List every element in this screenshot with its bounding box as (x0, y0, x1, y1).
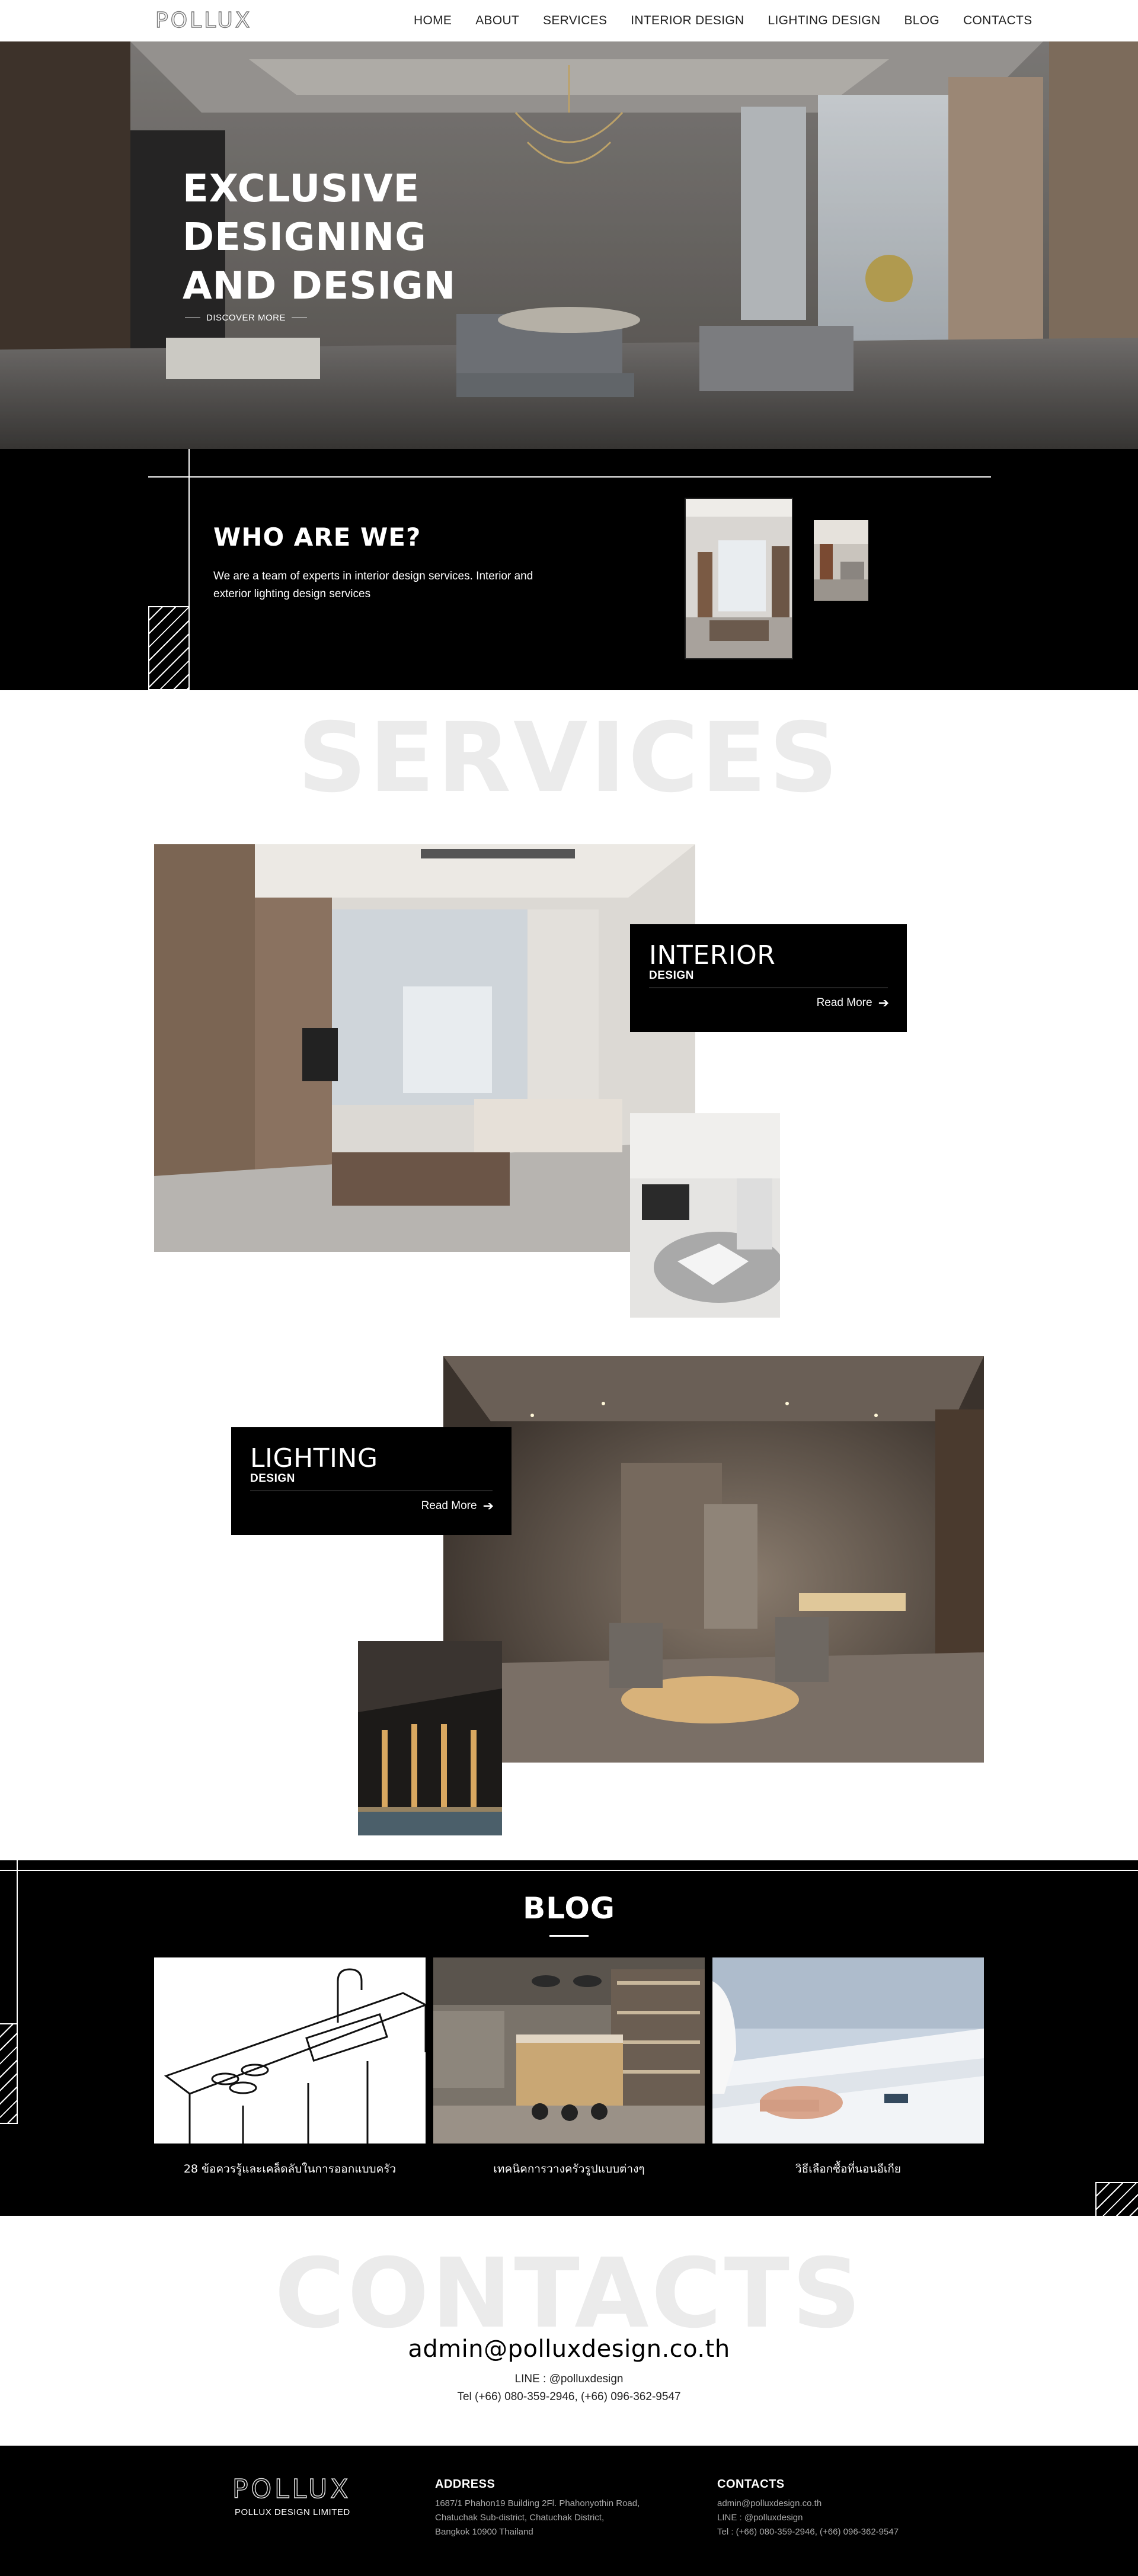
blog-title-underline (549, 1935, 589, 1937)
address-line-3: Bangkok 10900 Thailand (435, 2527, 533, 2537)
nav-interior-design-link[interactable]: INTERIOR DESIGN (631, 14, 744, 28)
who-are-we-section: WHO ARE WE? We are a team of experts in … (0, 449, 1138, 690)
interior-read-more-label: Read More (816, 997, 872, 1009)
address-line-1: 1687/1 Phahon19 Building 2Fl. Phahonyoth… (435, 2498, 640, 2508)
lighting-exterior-photo (358, 1641, 502, 1835)
footer-address-heading: ADDRESS (435, 2478, 496, 2491)
arrow-right-icon: ➔ (482, 1498, 494, 1513)
nav-about-link[interactable]: ABOUT (475, 14, 519, 28)
blog-post-image-kitchen-sketch (154, 1957, 426, 2144)
blog-post-image-mattress (712, 1957, 984, 2144)
blog-post-caption[interactable]: 28 ข้อควรรู้และเคล็ดลับในการออกแบบครัว (154, 2160, 426, 2178)
hero-title: EXCLUSIVE DESIGNING AND DESIGN (183, 165, 456, 310)
arrow-right-icon: ➔ (878, 995, 889, 1010)
lighting-card-title: LIGHTING (250, 1443, 378, 1473)
address-line-2: Chatuchak Sub-district, Chatuchak Distri… (435, 2513, 605, 2523)
who-title: WHO ARE WE? (213, 523, 421, 552)
interior-card-subtitle: DESIGN (649, 969, 694, 982)
blog-post-card[interactable]: วิธีเลือกซื้อที่นอนอีเกีย (712, 1957, 984, 2178)
who-description: We are a team of experts in interior des… (213, 570, 533, 600)
interior-card-title: INTERIOR (649, 940, 776, 970)
interior-detail-photo (630, 1113, 780, 1318)
hero-title-line-3: AND DESIGN (183, 264, 456, 308)
lighting-read-more-link[interactable]: Read More ➔ (421, 1498, 494, 1514)
cta-label: DISCOVER MORE (206, 313, 286, 323)
main-menu: HOME ABOUT SERVICES INTERIOR DESIGN LIGH… (414, 0, 1032, 41)
nav-lighting-design-link[interactable]: LIGHTING DESIGN (768, 14, 880, 28)
decor-horizontal-line (148, 476, 991, 478)
lighting-read-more-label: Read More (421, 1500, 477, 1512)
interior-design-card: INTERIOR DESIGN Read More ➔ (630, 924, 907, 1032)
nav-services-link[interactable]: SERVICES (543, 14, 607, 28)
nav-blog-link[interactable]: BLOG (904, 14, 940, 28)
decor-hatch-block (148, 606, 188, 690)
decor-vertical-line (188, 449, 190, 690)
footer-telephone: Tel : (+66) 080-359-2946, (+66) 096-362-… (717, 2527, 899, 2537)
blog-post-card[interactable]: เทคนิคการวางครัวรูปแบบต่างๆ (433, 1957, 705, 2178)
footer-email[interactable]: admin@polluxdesign.co.th (717, 2497, 899, 2511)
hero-banner: EXCLUSIVE DESIGNING AND DESIGN DISCOVER … (0, 41, 1138, 449)
blog-title: BLOG (523, 1891, 615, 1925)
blog-post-image-kitchen (433, 1957, 705, 2144)
nav-home-link[interactable]: HOME (414, 14, 452, 28)
hero-title-line-1: EXCLUSIVE (183, 167, 420, 211)
footer-contacts-heading: CONTACTS (717, 2478, 785, 2491)
top-navigation: POLLUX HOME ABOUT SERVICES INTERIOR DESI… (0, 0, 1138, 41)
who-room-photo-small (814, 520, 868, 601)
blog-post-card[interactable]: 28 ข้อควรรู้และเคล็ดลับในการออกแบบครัว (154, 1957, 426, 2178)
decor-hatch-block-left (0, 2023, 18, 2124)
pollux-logo[interactable]: POLLUX (155, 8, 252, 33)
footer-company-name: POLLUX DESIGN LIMITED (235, 2507, 350, 2517)
contact-email-link[interactable]: admin@polluxdesign.co.th (0, 2335, 1138, 2363)
interior-read-more-link[interactable]: Read More ➔ (817, 995, 889, 1011)
footer-logo[interactable]: POLLUX (232, 2474, 351, 2505)
discover-more-link[interactable]: DISCOVER MORE (185, 313, 308, 323)
nav-contacts-link[interactable]: CONTACTS (963, 14, 1032, 28)
blog-post-caption[interactable]: เทคนิคการวางครัวรูปแบบต่างๆ (433, 2160, 705, 2178)
lighting-card-subtitle: DESIGN (250, 1472, 295, 1485)
decor-hatch-block-right (1095, 2182, 1138, 2216)
hero-title-line-2: DESIGNING (183, 216, 427, 259)
lighting-design-card: LIGHTING DESIGN Read More ➔ (231, 1427, 512, 1535)
decor-horizontal-line (0, 1870, 1138, 1871)
footer-contacts: admin@polluxdesign.co.th LINE : @polluxd… (717, 2497, 899, 2539)
contact-telephone: Tel (+66) 080-359-2946, (+66) 096-362-95… (457, 2391, 681, 2403)
blog-section: BLOG 28 ข้อควรรู้และเคล็ดลับในการออกแบบค… (0, 1860, 1138, 2216)
contact-line-id: LINE : @polluxdesign (514, 2373, 624, 2385)
footer-line-id: LINE : @polluxdesign (717, 2513, 803, 2523)
hero-living-room-image (0, 41, 1138, 449)
site-footer: POLLUX POLLUX DESIGN LIMITED ADDRESS 168… (0, 2446, 1138, 2576)
lighting-design-photo (443, 1356, 984, 1763)
footer-address: 1687/1 Phahon19 Building 2Fl. Phahonyoth… (435, 2497, 640, 2539)
who-room-photo-large (685, 498, 793, 659)
blog-post-caption[interactable]: วิธีเลือกซื้อที่นอนอีเกีย (712, 2160, 984, 2178)
services-watermark-heading: SERVICES (298, 703, 840, 814)
interior-design-photo (154, 844, 695, 1252)
